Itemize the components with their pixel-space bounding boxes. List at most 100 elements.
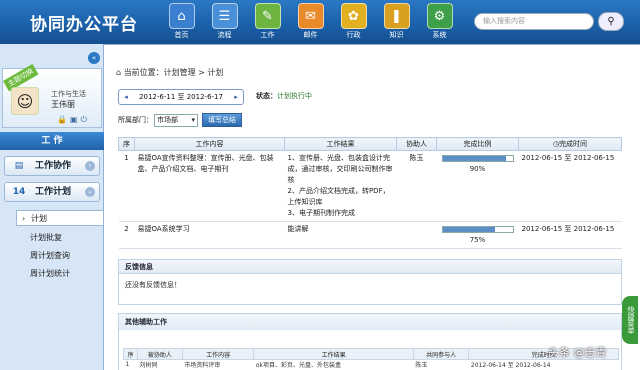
home-icon: ⌂ [116, 68, 122, 77]
nav-item-5[interactable]: ❚ 知识 [375, 3, 418, 40]
nav-item-label: 系统 [432, 31, 447, 39]
search-button[interactable]: ⚲ [598, 12, 624, 31]
other-work-panel: 其他辅助工作 序被协助人 工作内容 工作结果 共同参与人 完成时间 1 刘树同 市场资料评审… [118, 313, 622, 370]
date-range-text: 2012-6-11 至 2012-6-17 [139, 93, 223, 101]
progress-text: 90% [469, 165, 486, 173]
feedback-panel: 反馈信息 还没有反馈信息！ [118, 259, 622, 305]
status-value: 计划执行中 [277, 92, 312, 100]
watermark: 头条 @志青 [548, 346, 607, 359]
top-bar: 协同办公平台 ⌂ 首页 ☰ 流程 ✎ 工作 ✉ 邮件 ✿ 行政 ❚ 知识 ⚙ 系统 输入搜索内容 ⚲ [0, 0, 640, 44]
sidebar-item-label: 计划 [31, 214, 47, 223]
quick-menu[interactable]: 快捷菜单 [622, 296, 638, 344]
column-header: ◷完成时间 [518, 137, 622, 151]
work-content: 易捷OA系统学习 [134, 221, 285, 249]
table-cell: 刘树同 [139, 362, 158, 370]
table-cell: 市场资料评审 [184, 362, 221, 370]
knowledge-icon: ❚ [383, 3, 410, 29]
nav-item-6[interactable]: ⚙ 系统 [418, 3, 461, 40]
nav-item-4[interactable]: ✿ 行政 [332, 3, 375, 40]
user-department: 工作与生活 [51, 90, 86, 98]
nav-item-label: 行政 [346, 31, 361, 39]
plan-status: 状态：计划执行中 [256, 91, 312, 101]
user-name: 王伟丽 [51, 100, 75, 109]
department-select[interactable]: 市场部 [154, 114, 198, 127]
column-header: 工作内容 [134, 137, 285, 151]
menu-group-label: 工作计划 [35, 187, 72, 197]
workflow-icon: ☰ [211, 3, 238, 29]
main-nav: ⌂ 首页 ☰ 流程 ✎ 工作 ✉ 邮件 ✿ 行政 ❚ 知识 ⚙ 系统 [160, 3, 461, 40]
sidebar-item-week-stats[interactable]: 周计划统计 [16, 266, 104, 282]
nav-item-0[interactable]: ⌂ 首页 [160, 3, 203, 40]
progress-bar [441, 155, 514, 162]
feedback-text: 还没有反馈信息！ [125, 281, 181, 289]
table-row[interactable]: 1 刘树同 市场资料评审 ok项目、彩页、光盘、外包装盒 陈玉 2012-06-14 至 … [124, 360, 619, 370]
table-row[interactable]: 2 易捷OA系统学习 能讲解 75% 2012-06-15 至 2012-06-15 [118, 221, 622, 249]
column-header: 共同参与人 [412, 348, 470, 360]
row-number: 2 [118, 221, 135, 249]
chevron-right-icon: › [85, 161, 95, 171]
sidebar-item-plan-reply[interactable]: 计划批复 [16, 230, 104, 246]
chevron-down-icon: ⌄ [85, 187, 95, 197]
table-cell: 2012-06-14 至 2012-06-14 [470, 362, 551, 370]
date-range-picker[interactable]: ◂ 2012-6-11 至 2012-6-17 ▸ [118, 89, 244, 105]
power-icon[interactable]: ⏻ [81, 115, 90, 124]
mail-icon: ✉ [297, 3, 324, 29]
lock-icon[interactable]: 🔒 [57, 115, 70, 124]
feedback-title: 反馈信息 [119, 260, 621, 274]
search-icon: ⚲ [607, 16, 615, 27]
prev-week-icon[interactable]: ◂ [122, 90, 130, 104]
dept-label: 所属部门： [118, 116, 153, 124]
menu-group-label: 工作协作 [35, 161, 72, 171]
column-header: 工作结果 [253, 348, 414, 360]
column-header: 被协助人 [137, 348, 183, 360]
progress-fill [442, 227, 495, 232]
avatar: ☺ [11, 87, 39, 115]
work-result: 能讲解 [284, 221, 397, 249]
sidebar-item-label: 周计划统计 [30, 269, 70, 278]
sidebar-item-plan[interactable]: › 计划 [16, 210, 104, 226]
fill-summary-button[interactable]: 填写总结 [202, 113, 242, 127]
nav-item-1[interactable]: ☰ 流程 [203, 3, 246, 40]
tab-work[interactable]: 工 作 [0, 132, 104, 150]
completion-time: 2012-06-15 至 2012-06-15 [518, 221, 622, 249]
other-work-title: 其他辅助工作 [119, 314, 621, 330]
system-icon: ⚙ [426, 3, 453, 29]
nav-item-label: 流程 [217, 31, 232, 39]
column-header: 完成比例 [436, 137, 519, 151]
home-icon: ⌂ [168, 3, 195, 29]
work-result: 1、宣传册、光盘、包装盒设计完成，通过审核，交印刷公司制作审核 2、产品介绍文档… [284, 150, 397, 222]
main-content: ⌂ 当前位置：计划管理 > 计划 ◂ 2012-6-11 至 2012-6-17… [104, 44, 640, 370]
work-icon: ✎ [254, 3, 281, 29]
sidebar: « 主题切换 ☺ 工作与生活 王伟丽 🔒▣⏻ 工 作 ▤ 工作协作 › 14 工… [0, 44, 104, 370]
save-icon[interactable]: ▣ [70, 115, 81, 124]
nav-item-2[interactable]: ✎ 工作 [246, 3, 289, 40]
collaboration-icon: ▤ [14, 161, 24, 171]
menu-work-plan[interactable]: 14 工作计划 ⌄ [4, 182, 100, 202]
column-header: 序 [118, 137, 135, 151]
table-row[interactable]: 1 易捷OA宣传资料整理：宣传册、光盘、包装盒、产品介绍文档、电子期刊 1、宣传册、… [118, 150, 622, 222]
column-header: 序 [123, 348, 138, 360]
column-header-label: 完成时间 [559, 140, 588, 148]
nav-item-label: 知识 [389, 31, 404, 39]
sidebar-item-label: 周计划查询 [30, 251, 70, 260]
search-input[interactable]: 输入搜索内容 [474, 13, 594, 30]
other-work-table: 序被协助人 工作内容 工作结果 共同参与人 完成时间 1 刘树同 市场资料评审 ok项目、彩页… [123, 348, 619, 370]
progress-text: 75% [469, 236, 486, 244]
calendar-icon: 14 [12, 187, 26, 197]
row-number: 1 [118, 150, 135, 222]
user-tools: 🔒▣⏻ [57, 115, 90, 125]
next-week-icon[interactable]: ▸ [232, 90, 240, 104]
sidebar-item-week-query[interactable]: 周计划查询 [16, 248, 104, 264]
progress-cell: 75% [436, 221, 519, 249]
table-cell: ok项目、彩页、光盘、外包装盒 [255, 362, 342, 370]
nav-item-3[interactable]: ✉ 邮件 [289, 3, 332, 40]
status-label: 状态： [256, 92, 277, 100]
table-cell: 1 [125, 361, 130, 369]
breadcrumb: ⌂ 当前位置：计划管理 > 计划 [116, 67, 223, 78]
nav-item-label: 邮件 [303, 31, 318, 39]
completion-time: 2012-06-15 至 2012-06-15 [518, 150, 622, 222]
collapse-sidebar-button[interactable]: « [88, 52, 100, 64]
menu-work-collaboration[interactable]: ▤ 工作协作 › [4, 156, 100, 176]
app-title: 协同办公平台 [30, 15, 138, 35]
breadcrumb-text: 当前位置：计划管理 > 计划 [123, 68, 224, 77]
